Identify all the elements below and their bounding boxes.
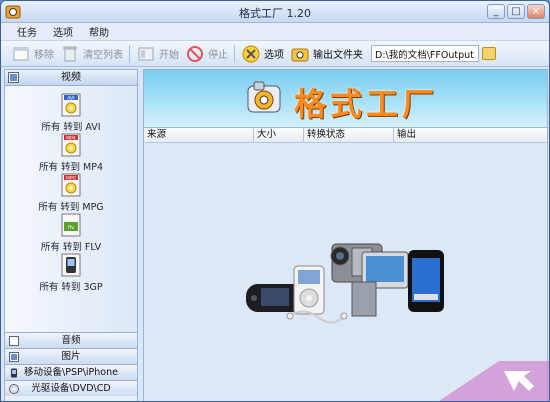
output-folder-button[interactable]: 输出文件夹 — [290, 44, 363, 64]
audio-category-icon — [9, 336, 19, 346]
column-source[interactable]: 来源 — [144, 128, 254, 142]
options-button[interactable]: 选项 — [241, 44, 284, 64]
picture-category-header[interactable]: 图片 — [5, 348, 137, 364]
mpg-icon: MPG — [61, 173, 81, 197]
media-devices-illustration — [246, 243, 444, 324]
brand-banner: 格式工厂 — [144, 70, 547, 128]
clear-list-label: 清空列表 — [83, 50, 123, 61]
output-folder-label: 输出文件夹 — [313, 50, 363, 61]
picture-category-label: 图片 — [61, 351, 81, 362]
svg-text:MPG: MPG — [66, 175, 77, 181]
column-size[interactable]: 大小 — [254, 128, 304, 142]
svg-text:MP4: MP4 — [66, 135, 76, 141]
convert-avi-item[interactable]: AVI 所有 转到 AVI — [5, 92, 137, 133]
options-label: 选项 — [264, 50, 284, 61]
picture-category-icon — [9, 352, 19, 362]
convert-3gp-item[interactable]: 所有 转到 3GP — [5, 252, 137, 293]
remove-label: 移除 — [34, 50, 54, 61]
menu-bar: 任务 选项 帮助 — [1, 23, 549, 41]
banner-title: 格式工厂 — [294, 85, 439, 123]
svg-text:flv: flv — [68, 225, 74, 231]
video-category-icon — [8, 72, 19, 83]
browse-folder-icon[interactable] — [482, 47, 496, 60]
mobile-device-icon — [11, 368, 17, 378]
column-output[interactable]: 输出 — [394, 128, 547, 142]
toolbar: 移除 清空列表 开始 停止 选项 输出文件夹 D:\我的文档\FFOutput — [1, 41, 549, 67]
close-button[interactable]: × — [527, 4, 545, 19]
menu-task[interactable]: 任务 — [15, 24, 39, 39]
video-category-header[interactable]: 视频 — [5, 70, 137, 86]
menu-help[interactable]: 帮助 — [87, 24, 111, 39]
3gp-icon — [61, 253, 81, 277]
convert-flv-label: 所有 转到 FLV — [40, 242, 102, 253]
trash-icon — [63, 46, 77, 61]
column-status[interactable]: 转换状态 — [304, 128, 394, 142]
avi-icon: AVI — [61, 93, 81, 117]
convert-mpg-label: 所有 转到 MPG — [38, 202, 104, 213]
output-path-field[interactable]: D:\我的文档\FFOutput — [371, 45, 479, 62]
app-window: 格式工厂 1.20 _ □ × 任务 选项 帮助 移除 清空列表 开始 停止 选… — [0, 0, 550, 402]
convert-mpg-item[interactable]: MPG 所有 转到 MPG — [5, 172, 137, 213]
stop-button[interactable]: 停止 — [185, 44, 228, 64]
remove-icon — [13, 47, 29, 60]
audio-category-header[interactable]: 音频 — [5, 332, 137, 348]
maximize-button[interactable]: □ — [507, 4, 525, 19]
convert-mp4-label: 所有 转到 MP4 — [38, 162, 103, 173]
mobile-category-header[interactable]: 移动设备\PSP\iPhone — [5, 364, 137, 380]
output-folder-icon — [291, 48, 309, 61]
corner-watermark — [439, 361, 549, 401]
category-panel: 视频 AVI 所有 转到 AVI MP4 所有 转到 MP4 MPG 所有 转到… — [4, 69, 138, 401]
start-button[interactable]: 开始 — [136, 44, 179, 64]
optical-category-label: 光驱设备\DVD\CD — [31, 383, 111, 394]
minimize-button[interactable]: _ — [487, 4, 505, 19]
window-title: 格式工厂 1.20 — [239, 7, 311, 20]
toolbar-separator — [129, 44, 130, 63]
format-list: AVI 所有 转到 AVI MP4 所有 转到 MP4 MPG 所有 转到 MP… — [5, 86, 137, 332]
convert-mp4-item[interactable]: MP4 所有 转到 MP4 — [5, 132, 137, 173]
svg-text:AVI: AVI — [67, 95, 74, 101]
title-bar[interactable]: 格式工厂 1.20 _ □ × — [1, 1, 549, 23]
options-icon — [242, 45, 260, 62]
remove-button[interactable]: 移除 — [11, 44, 54, 64]
task-table-header: 来源 大小 转换状态 输出 — [144, 128, 547, 143]
disc-icon — [9, 384, 19, 394]
clear-list-button[interactable]: 清空列表 — [60, 44, 123, 64]
start-icon — [138, 47, 154, 60]
video-category-label: 视频 — [61, 72, 81, 83]
audio-category-label: 音频 — [61, 335, 81, 346]
convert-3gp-label: 所有 转到 3GP — [39, 282, 103, 293]
mobile-category-label: 移动设备\PSP\iPhone — [24, 367, 118, 378]
convert-flv-item[interactable]: flv 所有 转到 FLV — [5, 212, 137, 253]
convert-avi-label: 所有 转到 AVI — [41, 122, 101, 133]
mp4-icon: MP4 — [61, 133, 81, 157]
stop-icon — [187, 45, 203, 62]
start-label: 开始 — [159, 50, 179, 61]
menu-options[interactable]: 选项 — [51, 24, 75, 39]
format-factory-logo-icon — [247, 81, 281, 113]
toolbar-separator — [234, 44, 235, 63]
optical-category-header[interactable]: 光驱设备\DVD\CD — [5, 380, 137, 396]
flv-icon: flv — [61, 213, 81, 237]
stop-label: 停止 — [208, 50, 228, 61]
